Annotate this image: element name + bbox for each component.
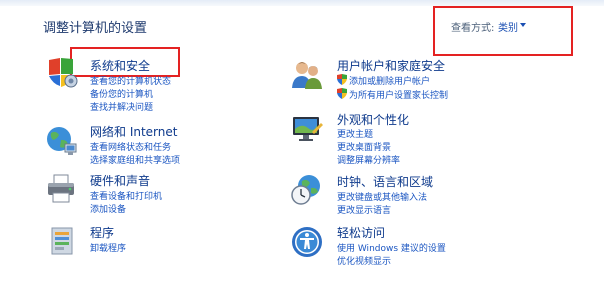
link-change-theme[interactable]: 更改主题	[337, 127, 373, 140]
link-optimize-visual-display[interactable]: 优化视频显示	[337, 254, 391, 267]
category-hardware-sound[interactable]: 硬件和声音	[90, 172, 150, 189]
link-screen-resolution[interactable]: 调整屏幕分辨率	[337, 153, 400, 166]
monitor-icon	[293, 117, 323, 141]
link-change-display-language[interactable]: 更改显示语言	[337, 203, 391, 216]
category-programs[interactable]: 程序	[90, 224, 114, 241]
programs-icon	[51, 227, 73, 255]
link-add-device[interactable]: 添加设备	[90, 202, 126, 215]
printer-icon	[48, 174, 74, 203]
uac-shield-icon	[337, 74, 347, 85]
link-homegroup-sharing[interactable]: 选择家庭组和共享选项	[90, 153, 180, 166]
link-windows-recommended-settings[interactable]: 使用 Windows 建议的设置	[337, 241, 446, 254]
link-backup-computer[interactable]: 备份您的计算机	[90, 87, 153, 100]
category-system-security[interactable]: 系统和安全	[90, 57, 150, 74]
accessibility-icon	[292, 227, 322, 257]
link-uninstall-program[interactable]: 卸载程序	[90, 241, 126, 254]
category-clock-language-region[interactable]: 时钟、语言和区域	[337, 173, 433, 190]
view-by-highlight-box	[433, 6, 573, 56]
category-appearance[interactable]: 外观和个性化	[337, 111, 409, 128]
users-icon	[292, 62, 322, 89]
network-globe-icon	[47, 127, 77, 155]
clock-globe-icon	[291, 175, 320, 205]
category-user-accounts[interactable]: 用户帐户和家庭安全	[337, 57, 445, 74]
uac-shield-icon	[337, 88, 347, 99]
link-devices-printers[interactable]: 查看设备和打印机	[90, 189, 162, 202]
link-find-fix-problems[interactable]: 查找并解决问题	[90, 100, 153, 113]
link-change-input-method[interactable]: 更改键盘或其他输入法	[337, 190, 427, 203]
category-ease-of-access[interactable]: 轻松访问	[337, 224, 385, 241]
link-view-computer-status[interactable]: 查看您的计算机状态	[90, 74, 171, 87]
category-network-internet[interactable]: 网络和 Internet	[90, 123, 177, 140]
page-title: 调整计算机的设置	[43, 21, 148, 36]
shield-flag-icon	[49, 58, 78, 88]
link-parental-controls[interactable]: 为所有用户设置家长控制	[349, 88, 448, 101]
link-add-remove-accounts[interactable]: 添加或删除用户帐户	[349, 74, 430, 87]
link-change-background[interactable]: 更改桌面背景	[337, 140, 391, 153]
link-view-network-status[interactable]: 查看网络状态和任务	[90, 140, 171, 153]
